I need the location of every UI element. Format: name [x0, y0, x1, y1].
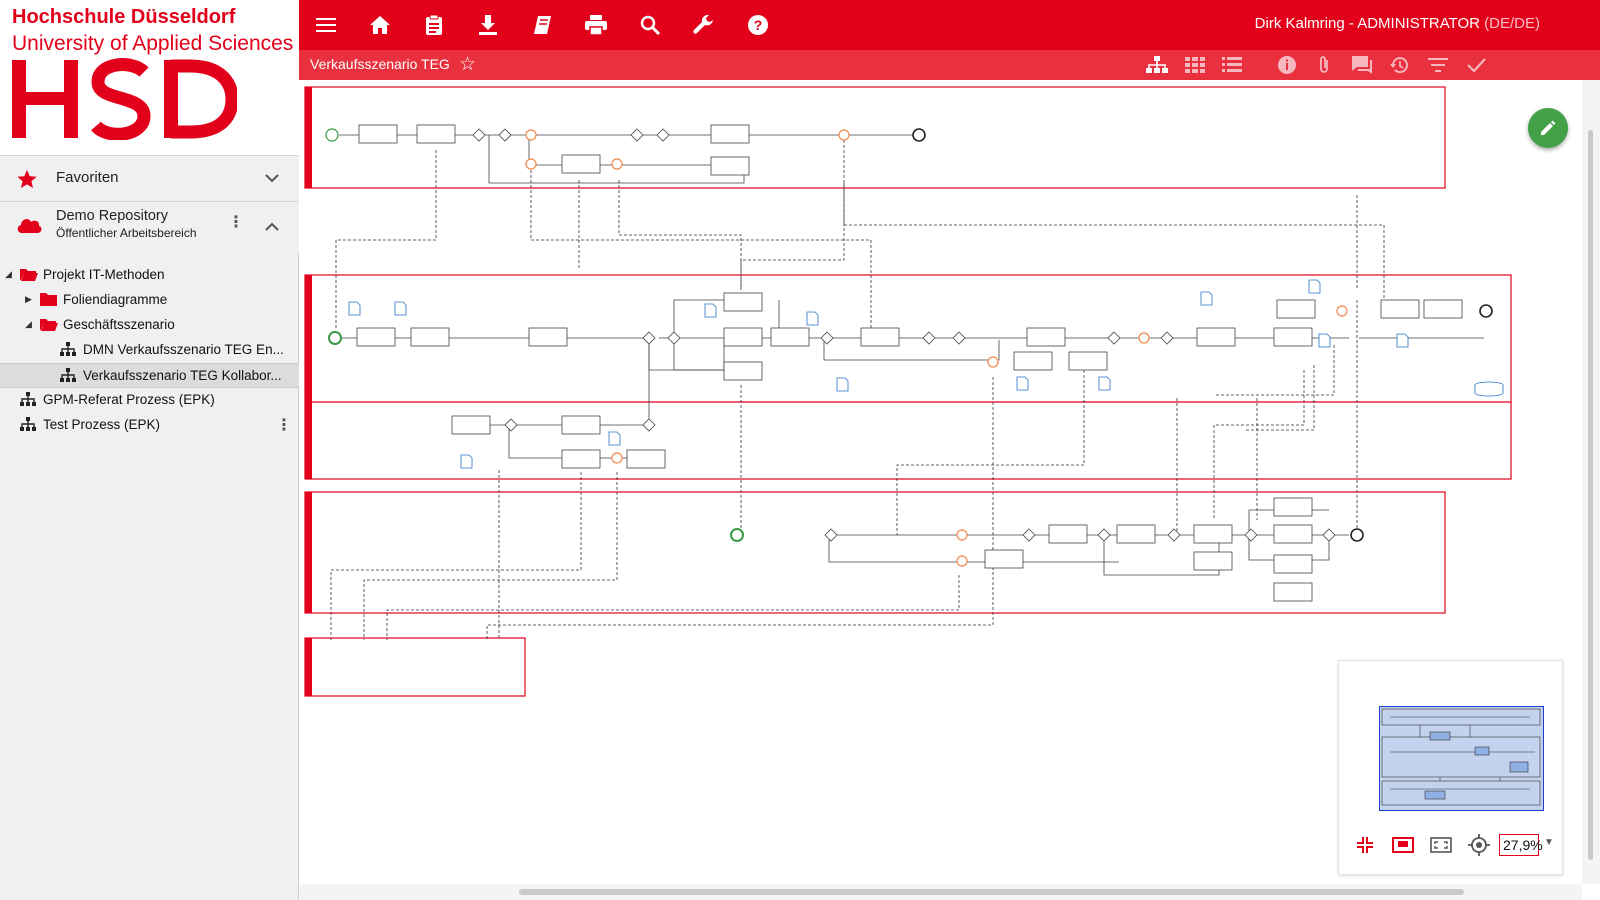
- tree-item-label: Test Prozess (EPK): [43, 417, 161, 432]
- diagram-title: Verkaufsszenario TEG: [310, 56, 450, 72]
- tree-item-label: Foliendiagramme: [63, 292, 168, 307]
- info-icon[interactable]: [1275, 54, 1299, 76]
- wrench-icon[interactable]: [690, 12, 718, 38]
- logo-university-subtitle: University of Applied Sciences: [12, 32, 294, 55]
- hierarchy-icon: [20, 417, 36, 431]
- user-name: Dirk Kalmring - ADMINISTRATOR: [1254, 15, 1480, 32]
- svg-text:?: ?: [754, 17, 763, 33]
- favorite-star-icon[interactable]: ☆: [459, 53, 476, 76]
- repository-more-icon[interactable]: ⋮: [228, 212, 244, 232]
- collapsed-triangle-icon[interactable]: ▶: [25, 294, 32, 305]
- tree-item-label: DMN Verkaufsszenario TEG En...: [83, 342, 284, 357]
- download-icon[interactable]: [474, 12, 502, 38]
- horizontal-scrollbar-thumb[interactable]: [519, 889, 1464, 895]
- hierarchy-icon: [20, 392, 36, 406]
- clipboard-icon[interactable]: [420, 12, 448, 38]
- tree-item-label: Geschäftsszenario: [63, 317, 175, 332]
- language-indicator: (DE/DE): [1484, 15, 1540, 32]
- menu-icon[interactable]: [312, 12, 340, 38]
- viewport-frame-icon[interactable]: [1391, 833, 1415, 857]
- sidebar: Hochschule Düsseldorf University of Appl…: [0, 0, 299, 900]
- minimap-panel: 27,9% ▼: [1338, 660, 1563, 875]
- favorites-label: Favoriten: [56, 169, 119, 186]
- grid-icon[interactable]: [1183, 54, 1207, 76]
- fit-to-screen-icon[interactable]: [1429, 833, 1453, 857]
- vertical-scrollbar[interactable]: [1582, 80, 1600, 884]
- search-icon[interactable]: [636, 12, 664, 38]
- hsd-logo-mark: [12, 58, 237, 140]
- tree-item-verkaufsszenario-kollaboration[interactable]: Verkaufsszenario TEG Kollabor...: [0, 363, 299, 388]
- diagram-toolbar: Verkaufsszenario TEG ☆: [299, 50, 1600, 80]
- folder-open-icon: [40, 319, 58, 331]
- print-icon[interactable]: [582, 12, 610, 38]
- repository-subtitle: Öffentlicher Arbeitsbereich: [56, 226, 197, 240]
- horizontal-scrollbar[interactable]: [299, 884, 1582, 900]
- repository-section[interactable]: Demo Repository Öffentlicher Arbeitsbere…: [0, 201, 299, 253]
- repository-title: Demo Repository: [56, 208, 169, 224]
- collapse-icon[interactable]: [1353, 833, 1377, 857]
- vertical-scrollbar-thumb[interactable]: [1588, 130, 1593, 860]
- user-info[interactable]: Dirk Kalmring - ADMINISTRATOR (DE/DE): [1255, 15, 1540, 32]
- tree-item-more-icon[interactable]: ⋮: [276, 415, 292, 435]
- tree-item-projekt-it-methoden[interactable]: ◢ Projekt IT-Methoden: [0, 263, 299, 288]
- chevron-down-icon[interactable]: [265, 173, 279, 183]
- star-icon: [17, 169, 37, 188]
- tree-item-label: GPM-Referat Prozess (EPK): [43, 392, 215, 407]
- zoom-level-input[interactable]: 27,9%: [1499, 834, 1543, 856]
- filter-icon[interactable]: [1426, 54, 1450, 76]
- help-icon[interactable]: ?: [744, 12, 772, 38]
- center-target-icon[interactable]: [1467, 833, 1491, 857]
- favorites-section[interactable]: Favoriten: [0, 155, 299, 201]
- pencil-icon: [1541, 120, 1556, 135]
- tree-item-label: Verkaufsszenario TEG Kollabor...: [83, 368, 282, 383]
- tree-item-geschaeftsszenario[interactable]: ◢ Geschäftsszenario: [0, 313, 299, 338]
- zoom-dropdown-icon[interactable]: ▼: [1544, 837, 1554, 848]
- minimap-viewport[interactable]: [1379, 706, 1544, 811]
- edit-button[interactable]: [1528, 108, 1568, 148]
- list-icon[interactable]: [1220, 54, 1244, 76]
- tree-item-foliendiagramme[interactable]: ▶ Foliendiagramme: [0, 288, 299, 313]
- logo-university-name: Hochschule Düsseldorf: [12, 6, 236, 28]
- history-icon[interactable]: [1388, 54, 1412, 76]
- home-icon[interactable]: [366, 12, 394, 38]
- folder-icon: [40, 293, 57, 306]
- attachment-icon[interactable]: [1312, 54, 1336, 76]
- check-icon[interactable]: [1464, 54, 1488, 76]
- chevron-up-icon[interactable]: [265, 222, 279, 232]
- tree-item-gpm-referat[interactable]: GPM-Referat Prozess (EPK): [0, 388, 299, 413]
- tree-item-label: Projekt IT-Methoden: [43, 267, 165, 282]
- main-toolbar: ? Dirk Kalmring - ADMINISTRATOR (DE/DE): [299, 0, 1600, 50]
- hierarchy-icon[interactable]: [1145, 54, 1169, 76]
- cloud-icon: [17, 219, 42, 233]
- folder-open-icon: [20, 269, 38, 281]
- hierarchy-icon: [60, 342, 76, 356]
- comment-icon[interactable]: [1350, 54, 1374, 76]
- tree-item-dmn-verkaufsszenario[interactable]: DMN Verkaufsszenario TEG En...: [0, 338, 299, 363]
- expanded-triangle-icon[interactable]: ◢: [25, 319, 32, 330]
- hierarchy-icon: [60, 368, 76, 382]
- tree-item-test-prozess[interactable]: Test Prozess (EPK) ⋮: [0, 413, 299, 438]
- book-icon[interactable]: [528, 12, 556, 38]
- expanded-triangle-icon[interactable]: ◢: [5, 269, 12, 280]
- university-logo: Hochschule Düsseldorf University of Appl…: [0, 0, 299, 155]
